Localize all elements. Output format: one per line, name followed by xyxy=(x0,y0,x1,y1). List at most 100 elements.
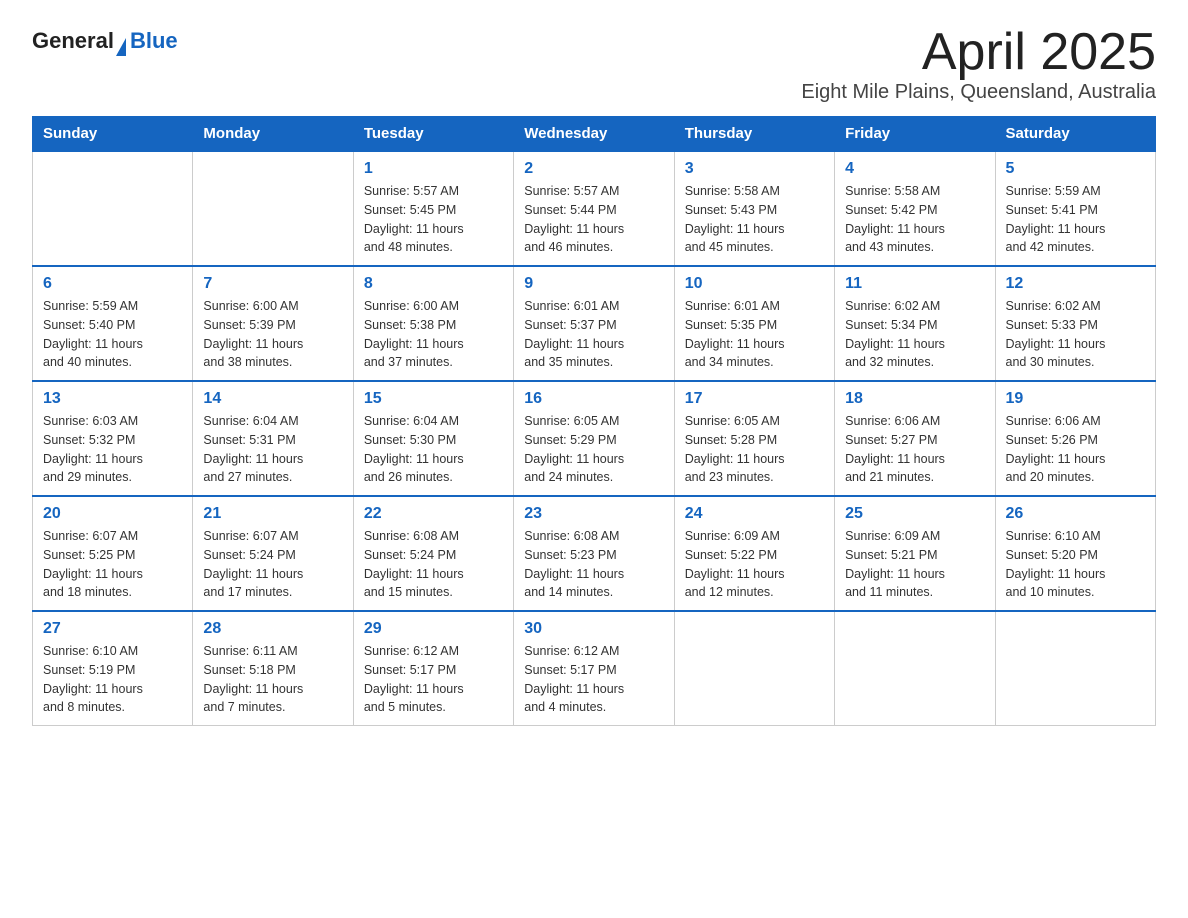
day-info: Sunrise: 6:07 AMSunset: 5:24 PMDaylight:… xyxy=(203,527,342,602)
calendar-header-saturday: Saturday xyxy=(995,117,1155,152)
day-info: Sunrise: 6:06 AMSunset: 5:26 PMDaylight:… xyxy=(1006,412,1145,487)
day-info: Sunrise: 6:10 AMSunset: 5:20 PMDaylight:… xyxy=(1006,527,1145,602)
calendar-cell xyxy=(674,611,834,726)
calendar-cell: 28 Sunrise: 6:11 AMSunset: 5:18 PMDayligh… xyxy=(193,611,353,726)
day-info: Sunrise: 6:12 AMSunset: 5:17 PMDaylight:… xyxy=(524,642,663,717)
calendar-week-row: 13 Sunrise: 6:03 AMSunset: 5:32 PMDayligh… xyxy=(33,381,1156,496)
calendar-cell: 23 Sunrise: 6:08 AMSunset: 5:23 PMDayligh… xyxy=(514,496,674,611)
day-number: 3 xyxy=(685,160,824,178)
day-number: 13 xyxy=(43,390,182,408)
calendar-cell xyxy=(835,611,995,726)
calendar-week-row: 27 Sunrise: 6:10 AMSunset: 5:19 PMDayligh… xyxy=(33,611,1156,726)
day-number: 19 xyxy=(1006,390,1145,408)
calendar-cell xyxy=(995,611,1155,726)
calendar-cell: 4 Sunrise: 5:58 AMSunset: 5:42 PMDaylight… xyxy=(835,151,995,266)
day-info: Sunrise: 6:03 AMSunset: 5:32 PMDaylight:… xyxy=(43,412,182,487)
day-info: Sunrise: 6:02 AMSunset: 5:33 PMDaylight:… xyxy=(1006,297,1145,372)
calendar-cell: 5Sunrise: 5:59 AMSunset: 5:41 PMDaylight… xyxy=(995,151,1155,266)
calendar-cell: 30Sunrise: 6:12 AMSunset: 5:17 PMDayligh… xyxy=(514,611,674,726)
calendar-cell: 21 Sunrise: 6:07 AMSunset: 5:24 PMDayligh… xyxy=(193,496,353,611)
day-info: Sunrise: 5:57 AMSunset: 5:45 PMDaylight:… xyxy=(364,182,503,257)
day-info: Sunrise: 6:01 AMSunset: 5:35 PMDaylight:… xyxy=(685,297,824,372)
calendar-cell: 1 Sunrise: 5:57 AMSunset: 5:45 PMDaylight… xyxy=(353,151,513,266)
day-info: Sunrise: 6:08 AMSunset: 5:23 PMDaylight:… xyxy=(524,527,663,602)
day-number: 25 xyxy=(845,505,984,523)
calendar-cell: 13 Sunrise: 6:03 AMSunset: 5:32 PMDayligh… xyxy=(33,381,193,496)
day-number: 2 xyxy=(524,160,663,178)
calendar-week-row: 6 Sunrise: 5:59 AMSunset: 5:40 PMDaylight… xyxy=(33,266,1156,381)
calendar-cell: 3Sunrise: 5:58 AMSunset: 5:43 PMDaylight… xyxy=(674,151,834,266)
calendar-header-monday: Monday xyxy=(193,117,353,152)
day-number: 23 xyxy=(524,505,663,523)
day-number: 7 xyxy=(203,275,342,293)
day-info: Sunrise: 6:00 AMSunset: 5:39 PMDaylight:… xyxy=(203,297,342,372)
day-info: Sunrise: 6:05 AMSunset: 5:29 PMDaylight:… xyxy=(524,412,663,487)
day-number: 21 xyxy=(203,505,342,523)
day-info: Sunrise: 6:09 AMSunset: 5:21 PMDaylight:… xyxy=(845,527,984,602)
day-info: Sunrise: 6:04 AMSunset: 5:30 PMDaylight:… xyxy=(364,412,503,487)
day-number: 22 xyxy=(364,505,503,523)
calendar-cell: 17 Sunrise: 6:05 AMSunset: 5:28 PMDayligh… xyxy=(674,381,834,496)
day-info: Sunrise: 5:57 AMSunset: 5:44 PMDaylight:… xyxy=(524,182,663,257)
title-block: April 2025 Eight Mile Plains, Queensland… xyxy=(801,24,1156,104)
day-number: 18 xyxy=(845,390,984,408)
day-number: 15 xyxy=(364,390,503,408)
day-info: Sunrise: 6:08 AMSunset: 5:24 PMDaylight:… xyxy=(364,527,503,602)
day-number: 9 xyxy=(524,275,663,293)
calendar-header-sunday: Sunday xyxy=(33,117,193,152)
day-info: Sunrise: 6:11 AMSunset: 5:18 PMDaylight:… xyxy=(203,642,342,717)
day-number: 8 xyxy=(364,275,503,293)
calendar-cell xyxy=(33,151,193,266)
day-number: 20 xyxy=(43,505,182,523)
day-number: 14 xyxy=(203,390,342,408)
calendar-cell: 18 Sunrise: 6:06 AMSunset: 5:27 PMDayligh… xyxy=(835,381,995,496)
calendar-cell: 22 Sunrise: 6:08 AMSunset: 5:24 PMDayligh… xyxy=(353,496,513,611)
day-info: Sunrise: 6:02 AMSunset: 5:34 PMDaylight:… xyxy=(845,297,984,372)
logo-triangle-icon xyxy=(116,38,126,56)
logo-general: General xyxy=(32,28,114,54)
day-number: 11 xyxy=(845,275,984,293)
day-number: 6 xyxy=(43,275,182,293)
day-info: Sunrise: 6:00 AMSunset: 5:38 PMDaylight:… xyxy=(364,297,503,372)
page-title: April 2025 xyxy=(801,24,1156,81)
calendar-header-row: SundayMondayTuesdayWednesdayThursdayFrid… xyxy=(33,117,1156,152)
calendar-header-friday: Friday xyxy=(835,117,995,152)
day-number: 24 xyxy=(685,505,824,523)
calendar-cell: 14Sunrise: 6:04 AMSunset: 5:31 PMDayligh… xyxy=(193,381,353,496)
calendar-cell: 25 Sunrise: 6:09 AMSunset: 5:21 PMDayligh… xyxy=(835,496,995,611)
calendar-cell: 11 Sunrise: 6:02 AMSunset: 5:34 PMDayligh… xyxy=(835,266,995,381)
day-info: Sunrise: 5:58 AMSunset: 5:42 PMDaylight:… xyxy=(845,182,984,257)
page-subtitle: Eight Mile Plains, Queensland, Australia xyxy=(801,81,1156,104)
calendar-week-row: 20Sunrise: 6:07 AMSunset: 5:25 PMDayligh… xyxy=(33,496,1156,611)
calendar-cell: 12 Sunrise: 6:02 AMSunset: 5:33 PMDayligh… xyxy=(995,266,1155,381)
day-number: 29 xyxy=(364,620,503,638)
calendar-cell: 10 Sunrise: 6:01 AMSunset: 5:35 PMDayligh… xyxy=(674,266,834,381)
day-info: Sunrise: 5:59 AMSunset: 5:40 PMDaylight:… xyxy=(43,297,182,372)
calendar-cell: 20Sunrise: 6:07 AMSunset: 5:25 PMDayligh… xyxy=(33,496,193,611)
day-number: 10 xyxy=(685,275,824,293)
day-info: Sunrise: 6:06 AMSunset: 5:27 PMDaylight:… xyxy=(845,412,984,487)
day-info: Sunrise: 5:59 AMSunset: 5:41 PMDaylight:… xyxy=(1006,182,1145,257)
calendar-cell: 6 Sunrise: 5:59 AMSunset: 5:40 PMDaylight… xyxy=(33,266,193,381)
day-number: 27 xyxy=(43,620,182,638)
day-number: 12 xyxy=(1006,275,1145,293)
page-header: General Blue April 2025 Eight Mile Plain… xyxy=(32,24,1156,104)
day-number: 26 xyxy=(1006,505,1145,523)
calendar-cell: 15 Sunrise: 6:04 AMSunset: 5:30 PMDayligh… xyxy=(353,381,513,496)
day-info: Sunrise: 6:12 AMSunset: 5:17 PMDaylight:… xyxy=(364,642,503,717)
day-number: 16 xyxy=(524,390,663,408)
day-info: Sunrise: 6:09 AMSunset: 5:22 PMDaylight:… xyxy=(685,527,824,602)
calendar-header-thursday: Thursday xyxy=(674,117,834,152)
calendar-cell: 16 Sunrise: 6:05 AMSunset: 5:29 PMDayligh… xyxy=(514,381,674,496)
day-info: Sunrise: 6:05 AMSunset: 5:28 PMDaylight:… xyxy=(685,412,824,487)
calendar-week-row: 1 Sunrise: 5:57 AMSunset: 5:45 PMDaylight… xyxy=(33,151,1156,266)
calendar-cell: 26 Sunrise: 6:10 AMSunset: 5:20 PMDayligh… xyxy=(995,496,1155,611)
day-number: 1 xyxy=(364,160,503,178)
day-number: 28 xyxy=(203,620,342,638)
day-number: 17 xyxy=(685,390,824,408)
day-info: Sunrise: 6:10 AMSunset: 5:19 PMDaylight:… xyxy=(43,642,182,717)
day-number: 4 xyxy=(845,160,984,178)
calendar-header-wednesday: Wednesday xyxy=(514,117,674,152)
calendar-cell: 19 Sunrise: 6:06 AMSunset: 5:26 PMDayligh… xyxy=(995,381,1155,496)
calendar-cell: 9Sunrise: 6:01 AMSunset: 5:37 PMDaylight… xyxy=(514,266,674,381)
